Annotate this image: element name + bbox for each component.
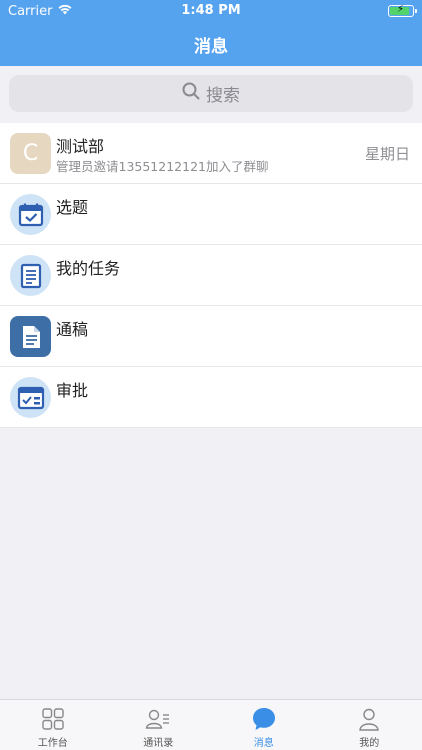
message-title: 测试部 — [56, 137, 105, 156]
group-avatar: C — [10, 133, 51, 174]
message-row-press-release[interactable]: 通稿 — [0, 306, 422, 367]
message-preview: 管理员邀请13551212121加入了群聊 — [56, 159, 269, 174]
tab-workbench[interactable]: 工作台 — [0, 700, 106, 750]
message-row-approval[interactable]: 审批 — [0, 367, 422, 428]
message-title: 我的任务 — [56, 259, 121, 278]
message-list: C 测试部 管理员邀请13551212121加入了群聊 星期日 选题 我的任务 … — [0, 123, 422, 428]
battery-icon: ⚡ — [388, 4, 417, 17]
tab-label: 工作台 — [37, 738, 68, 749]
search-placeholder: 搜索 — [206, 86, 240, 106]
tab-messages[interactable]: 消息 — [211, 700, 317, 750]
grid-icon — [40, 706, 66, 732]
message-row-group[interactable]: C 测试部 管理员邀请13551212121加入了群聊 星期日 — [0, 123, 422, 184]
tab-me[interactable]: 我的 — [317, 700, 422, 750]
tab-bar: 工作台 通讯录 消息 我的 — [0, 699, 422, 750]
message-title: 通稿 — [56, 320, 89, 339]
tab-contacts[interactable]: 通讯录 — [106, 700, 212, 750]
tab-label: 通讯录 — [143, 738, 174, 749]
tab-label: 消息 — [253, 738, 274, 749]
header: Carrier 1:48 PM ⚡ 消息 — [0, 0, 422, 66]
calendar-icon — [10, 194, 51, 235]
status-time: 1:48 PM — [181, 3, 241, 18]
search-icon — [182, 82, 200, 105]
task-list-icon — [10, 255, 51, 296]
document-icon — [10, 316, 51, 357]
chat-icon — [251, 706, 277, 732]
page-title: 消息 — [194, 37, 228, 57]
message-title: 选题 — [56, 198, 89, 217]
message-row-topics[interactable]: 选题 — [0, 184, 422, 245]
message-title: 审批 — [56, 381, 89, 400]
tab-label: 我的 — [359, 738, 380, 749]
status-bar: Carrier 1:48 PM ⚡ — [0, 0, 422, 22]
message-date: 星期日 — [364, 145, 410, 163]
contacts-icon — [145, 706, 171, 732]
message-row-tasks[interactable]: 我的任务 — [0, 245, 422, 306]
approval-icon — [10, 377, 51, 418]
search-area: 搜索 — [0, 66, 422, 123]
profile-icon — [356, 706, 382, 732]
search-input[interactable]: 搜索 — [9, 75, 413, 112]
